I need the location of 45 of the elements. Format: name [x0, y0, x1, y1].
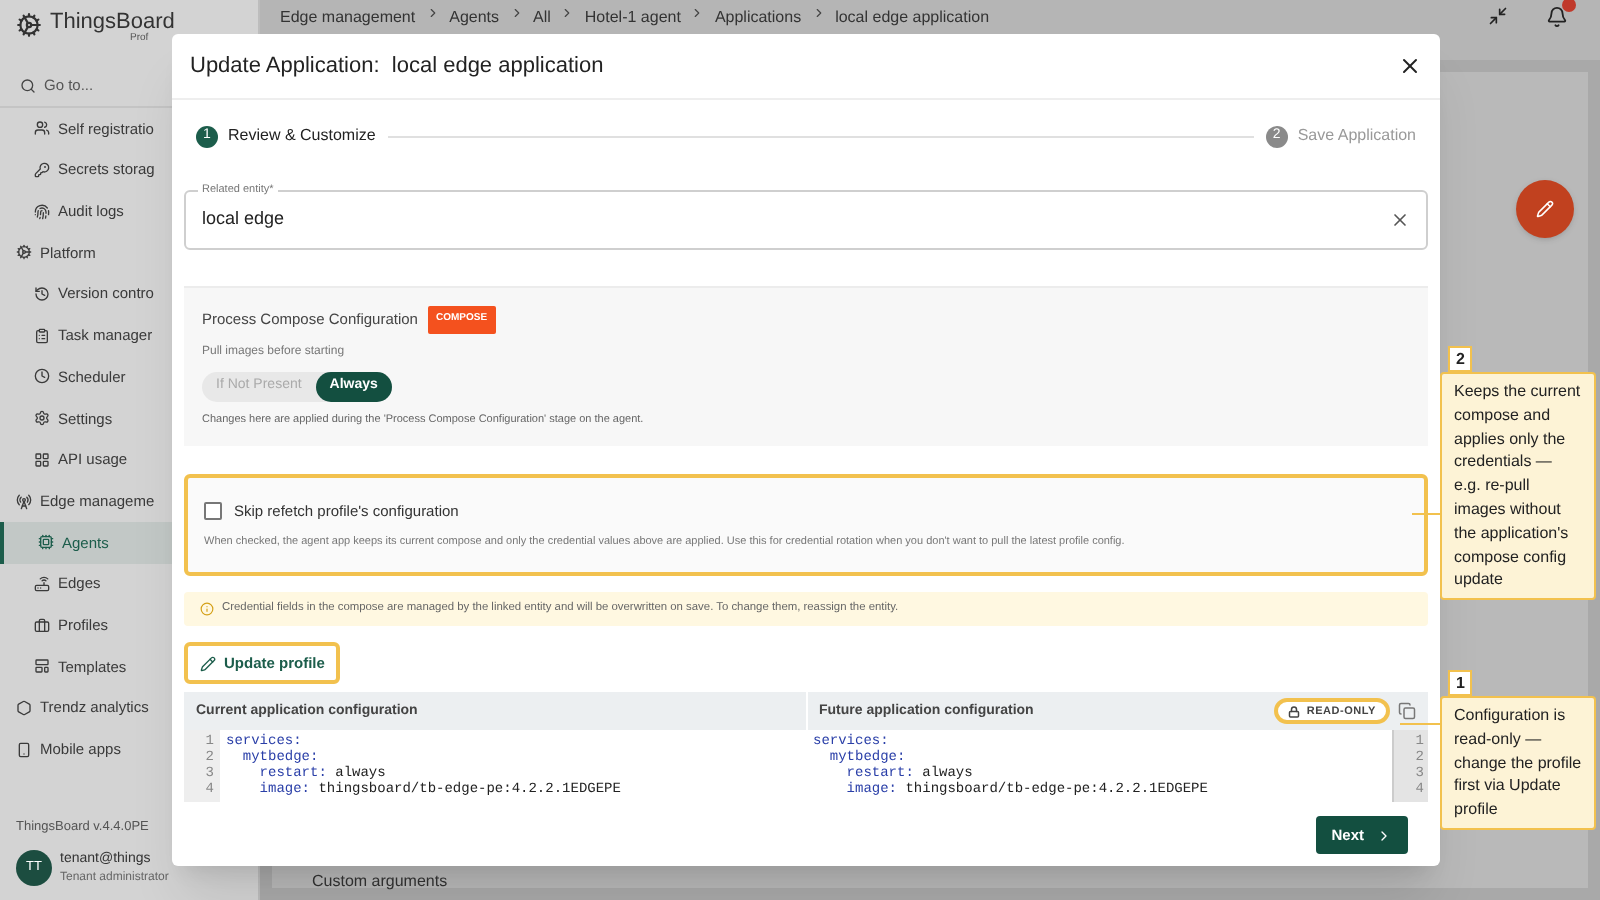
history-icon	[34, 286, 50, 303]
pencil-icon	[200, 655, 216, 672]
fingerprint-icon	[34, 203, 50, 220]
chevron-icon	[509, 6, 524, 20]
logo-icon	[16, 12, 42, 38]
chip-icon	[38, 534, 54, 551]
callout-number: 2	[1448, 346, 1473, 372]
section-title: Custom arguments	[312, 870, 450, 894]
breadcrumb-link[interactable]: local edge application	[835, 6, 990, 30]
grid-icon	[34, 451, 50, 468]
antenna-icon	[16, 493, 32, 510]
clipboard-icon	[34, 327, 50, 344]
close-icon[interactable]	[1398, 54, 1422, 78]
breadcrumb-link[interactable]: Edge management	[280, 6, 416, 30]
users-icon	[34, 120, 50, 137]
phone-icon	[16, 741, 32, 758]
brand-name: ThingsBoard	[50, 12, 175, 34]
chevron-icon	[811, 6, 826, 20]
settings-icon	[34, 410, 50, 427]
breadcrumb-link[interactable]: All	[533, 6, 551, 30]
clear-icon[interactable]	[1390, 210, 1410, 230]
callout-note: Keeps the current compose and applies only the credentials — e.g. re-pull images without the application's compose config update	[1440, 372, 1596, 601]
chevron-icon	[690, 6, 705, 20]
info-icon	[200, 602, 214, 617]
chevron-icon	[560, 6, 575, 20]
leader-line	[1399, 723, 1441, 725]
chevron-icon	[425, 6, 440, 20]
router-icon	[34, 575, 50, 592]
search-icon	[20, 77, 36, 93]
pencil-icon	[1536, 200, 1554, 218]
key-icon	[34, 162, 50, 179]
clock-icon	[34, 368, 50, 385]
step-label[interactable]: Review & Customize	[228, 124, 376, 148]
briefcase-icon	[34, 617, 50, 634]
hexagon-icon	[16, 699, 32, 716]
template-icon	[34, 658, 50, 675]
chevron-icon	[1376, 827, 1392, 843]
breadcrumb-link[interactable]: Applications	[714, 6, 802, 30]
breadcrumb-link[interactable]: Hotel-1 agent	[584, 6, 681, 30]
copy-icon[interactable]	[1398, 702, 1416, 721]
breadcrumb-link[interactable]: Agents	[449, 6, 500, 30]
callout-number: 1	[1448, 670, 1473, 696]
gears-icon	[16, 244, 32, 261]
collapse-icon[interactable]	[1488, 6, 1508, 26]
callout-note: Configuration is read-only — change the profile first via Update profile	[1440, 696, 1596, 830]
